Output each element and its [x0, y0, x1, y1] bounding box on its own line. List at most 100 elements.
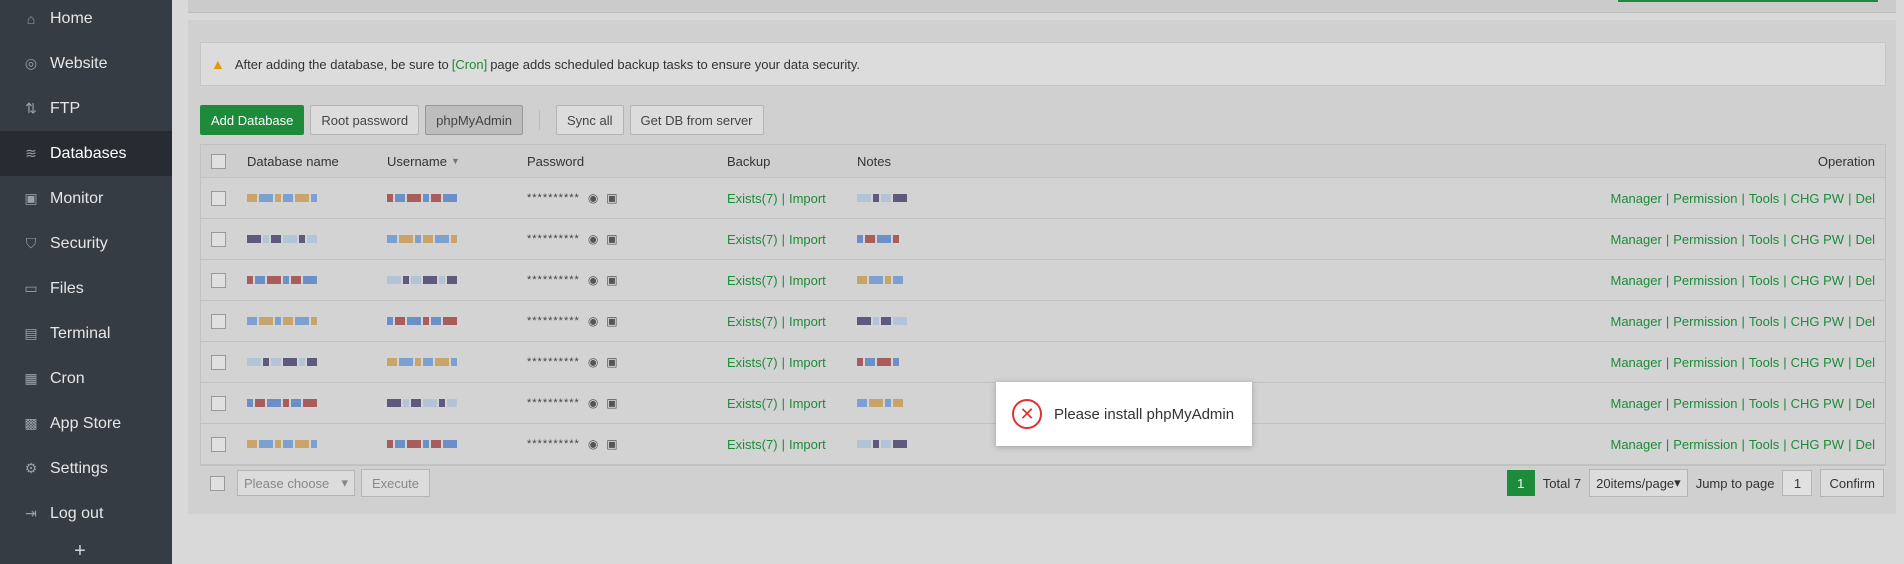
backup-import-link[interactable]: Import	[789, 273, 826, 288]
copy-icon[interactable]: ▣	[606, 355, 617, 369]
op-tools-link[interactable]: Tools	[1749, 232, 1779, 247]
op-manager-link[interactable]: Manager	[1611, 314, 1662, 329]
backup-exists-link[interactable]: Exists(7)	[727, 232, 778, 247]
row-checkbox[interactable]	[211, 232, 226, 247]
op-chg-pw-link[interactable]: CHG PW	[1791, 396, 1844, 411]
row-checkbox[interactable]	[211, 191, 226, 206]
op-del-link[interactable]: Del	[1855, 273, 1875, 288]
sidebar-item-cron[interactable]: ▦ Cron	[0, 356, 172, 401]
op-tools-link[interactable]: Tools	[1749, 355, 1779, 370]
copy-icon[interactable]: ▣	[606, 437, 617, 451]
eye-icon[interactable]: ◉	[588, 437, 598, 451]
row-checkbox[interactable]	[211, 437, 226, 452]
cron-link[interactable]: [Cron]	[452, 57, 487, 72]
sidebar-item-app-store[interactable]: ▩ App Store	[0, 401, 172, 446]
op-manager-link[interactable]: Manager	[1611, 437, 1662, 452]
confirm-button[interactable]: Confirm	[1820, 469, 1884, 497]
sidebar-item-monitor[interactable]: ▣ Monitor	[0, 176, 172, 221]
phpmyadmin-button[interactable]: phpMyAdmin	[425, 105, 523, 135]
op-permission-link[interactable]: Permission	[1673, 273, 1737, 288]
notes-cell[interactable]	[857, 178, 909, 218]
op-manager-link[interactable]: Manager	[1611, 396, 1662, 411]
backup-import-link[interactable]: Import	[789, 314, 826, 329]
sidebar-item-databases[interactable]: ≋ Databases	[0, 131, 172, 176]
op-chg-pw-link[interactable]: CHG PW	[1791, 191, 1844, 206]
backup-exists-link[interactable]: Exists(7)	[727, 191, 778, 206]
add-database-button[interactable]: Add Database	[200, 105, 305, 135]
add-menu-button[interactable]: +	[70, 540, 90, 563]
sidebar-item-logout[interactable]: ⇥ Log out	[0, 491, 172, 536]
op-tools-link[interactable]: Tools	[1749, 437, 1779, 452]
op-manager-link[interactable]: Manager	[1611, 191, 1662, 206]
row-checkbox[interactable]	[211, 396, 226, 411]
sidebar-item-website[interactable]: ◎ Website	[0, 41, 172, 86]
op-permission-link[interactable]: Permission	[1673, 232, 1737, 247]
notes-cell[interactable]	[857, 301, 909, 341]
backup-import-link[interactable]: Import	[789, 355, 826, 370]
backup-import-link[interactable]: Import	[789, 232, 826, 247]
eye-icon[interactable]: ◉	[588, 396, 598, 410]
current-page[interactable]: 1	[1506, 470, 1535, 496]
copy-icon[interactable]: ▣	[606, 396, 617, 410]
jump-page-input[interactable]: 1	[1782, 470, 1813, 496]
op-del-link[interactable]: Del	[1855, 191, 1875, 206]
col-username[interactable]: Username ▼	[387, 145, 460, 177]
sidebar-item-files[interactable]: ▭ Files	[0, 266, 172, 311]
copy-icon[interactable]: ▣	[606, 273, 617, 287]
notes-cell[interactable]	[857, 219, 901, 259]
op-permission-link[interactable]: Permission	[1673, 191, 1737, 206]
execute-button[interactable]: Execute	[361, 469, 430, 497]
backup-import-link[interactable]: Import	[789, 396, 826, 411]
op-chg-pw-link[interactable]: CHG PW	[1791, 355, 1844, 370]
backup-import-link[interactable]: Import	[789, 437, 826, 452]
copy-icon[interactable]: ▣	[606, 314, 617, 328]
copy-icon[interactable]: ▣	[606, 232, 617, 246]
op-permission-link[interactable]: Permission	[1673, 314, 1737, 329]
sidebar-item-terminal[interactable]: ▤ Terminal	[0, 311, 172, 356]
backup-exists-link[interactable]: Exists(7)	[727, 273, 778, 288]
get-db-button[interactable]: Get DB from server	[629, 105, 764, 135]
op-del-link[interactable]: Del	[1855, 314, 1875, 329]
eye-icon[interactable]: ◉	[588, 314, 598, 328]
backup-exists-link[interactable]: Exists(7)	[727, 314, 778, 329]
backup-import-link[interactable]: Import	[789, 191, 826, 206]
op-tools-link[interactable]: Tools	[1749, 273, 1779, 288]
op-tools-link[interactable]: Tools	[1749, 396, 1779, 411]
notes-cell[interactable]	[857, 260, 905, 300]
notes-cell[interactable]	[857, 424, 909, 464]
op-permission-link[interactable]: Permission	[1673, 355, 1737, 370]
copy-icon[interactable]: ▣	[606, 191, 617, 205]
op-chg-pw-link[interactable]: CHG PW	[1791, 232, 1844, 247]
op-chg-pw-link[interactable]: CHG PW	[1791, 273, 1844, 288]
backup-exists-link[interactable]: Exists(7)	[727, 437, 778, 452]
row-checkbox[interactable]	[211, 273, 226, 288]
op-del-link[interactable]: Del	[1855, 437, 1875, 452]
op-manager-link[interactable]: Manager	[1611, 355, 1662, 370]
sync-all-button[interactable]: Sync all	[556, 105, 624, 135]
eye-icon[interactable]: ◉	[588, 232, 598, 246]
footer-select-checkbox[interactable]	[210, 475, 225, 491]
op-manager-link[interactable]: Manager	[1611, 273, 1662, 288]
op-del-link[interactable]: Del	[1855, 396, 1875, 411]
sidebar-item-home[interactable]: ⌂ Home	[0, 0, 172, 41]
select-all-checkbox[interactable]	[211, 154, 226, 169]
batch-action-select[interactable]: Please choose ▾	[237, 470, 355, 496]
op-del-link[interactable]: Del	[1855, 355, 1875, 370]
row-checkbox[interactable]	[211, 355, 226, 370]
sidebar-item-ftp[interactable]: ⇅ FTP	[0, 86, 172, 131]
sidebar-item-security[interactable]: ⛉ Security	[0, 221, 172, 266]
sidebar-item-settings[interactable]: ⚙ Settings	[0, 446, 172, 491]
op-del-link[interactable]: Del	[1855, 232, 1875, 247]
notes-cell[interactable]	[857, 342, 901, 382]
eye-icon[interactable]: ◉	[588, 273, 598, 287]
op-manager-link[interactable]: Manager	[1611, 232, 1662, 247]
row-checkbox[interactable]	[211, 314, 226, 329]
op-tools-link[interactable]: Tools	[1749, 314, 1779, 329]
op-permission-link[interactable]: Permission	[1673, 437, 1737, 452]
op-tools-link[interactable]: Tools	[1749, 191, 1779, 206]
per-page-select[interactable]: 20items/page ▾	[1589, 469, 1688, 497]
op-chg-pw-link[interactable]: CHG PW	[1791, 437, 1844, 452]
root-password-button[interactable]: Root password	[310, 105, 420, 135]
eye-icon[interactable]: ◉	[588, 191, 598, 205]
op-chg-pw-link[interactable]: CHG PW	[1791, 314, 1844, 329]
